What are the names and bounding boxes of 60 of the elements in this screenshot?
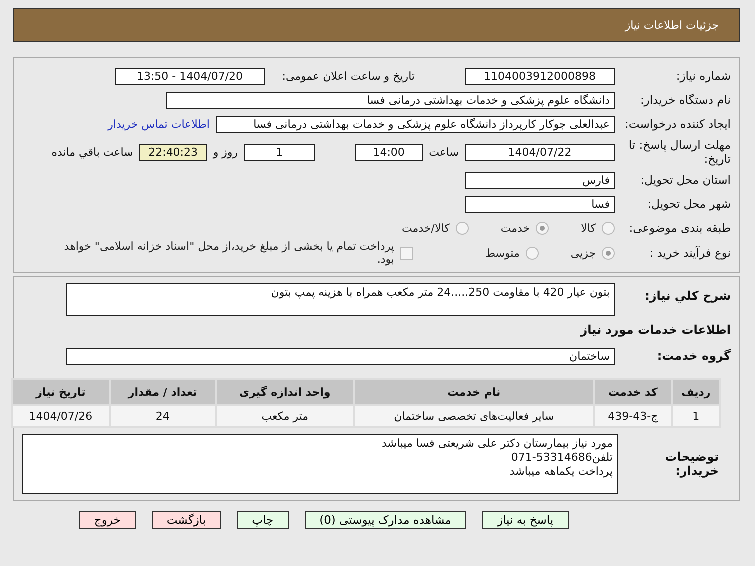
city-field: فسا [465,196,615,212]
table-cell: 24 [110,406,215,426]
action-button[interactable]: بازگشت [152,511,222,529]
days-field: 1 [244,144,316,160]
table-cell: سایر فعالیت‌های تخصصی ساختمان [355,406,594,426]
service-group-field: ساختمان [66,348,615,364]
field-label: ایجاد کننده درخواست: [624,117,731,131]
field-label: ساعت باقي مانده [52,146,134,158]
remaining-time-field: 22:40:23 [139,144,208,160]
action-button[interactable]: مشاهده مدارک پیوستی (0) [304,511,466,529]
column-header: ردیف [673,380,719,404]
option-label: کالا/خدمت [402,222,450,234]
table-cell: 1404/07/26 [13,406,109,426]
field-label: شرح کلي نیاز: [644,288,731,303]
contact-link[interactable]: اطلاعات تماس خریدار [108,118,210,130]
announce-date-field: 1404/07/20 - 13:50 [115,68,265,84]
field-label: مهلت ارسال پاسخ: تا تاریخ: [628,138,731,166]
option-label: خدمت [500,222,530,234]
deadline-date-field: 1404/07/22 [465,144,615,160]
column-header: نام خدمت [355,380,594,404]
column-header: واحد اندازه گیری [216,380,354,404]
radio-button[interactable] [456,222,469,234]
column-header: کد خدمت [595,380,672,404]
option-label: متوسط [485,246,520,260]
action-button[interactable]: خروج [79,511,136,529]
field-label: گروه خدمت: [656,349,731,363]
requester-field: عبدالعلی جوکار کارپرداز دانشگاه علوم پزشکی و خدمات بهداشتی درمانی فسا [216,116,615,132]
radio-button[interactable] [602,246,615,260]
action-button[interactable]: چاپ [237,511,289,529]
field-label: توضیحات خریدار: [664,450,720,478]
radio-button[interactable] [526,246,539,260]
table-cell: ج-43-439 [595,406,672,426]
deadline-time-field: 14:00 [355,144,424,160]
section-title: اطلاعات خدمات مورد نیاز [580,323,731,337]
field-label: طبقه بندی موضوعی: [628,221,731,235]
option-label: کالا [581,222,596,234]
field-label: تاریخ و ساعت اعلان عمومی: [281,70,415,82]
field-label: نام دستگاه خریدار: [639,93,731,107]
column-header: تاریخ نیاز [13,380,109,404]
column-header: تعداد / مقدار [110,380,215,404]
need-number-field: 1104003912000898 [465,68,615,84]
buyer-field: دانشگاه علوم پزشکی و خدمات بهداشتی درمانی فسا [166,92,615,108]
field-label: ساعت [429,146,459,158]
table-cell: 1 [673,406,719,426]
field-label: شهر محل تحویل: [646,197,731,211]
table-cell: متر مکعب [216,406,354,426]
checkbox-label: پرداخت تمام یا بخشی از مبلغ خرید،از محل "اسناد خزانه اسلامی" خواهد بود. [63,240,394,266]
radio-button[interactable] [602,222,615,234]
province-field: فارس [465,172,615,188]
field-label: شماره نیاز: [675,69,731,83]
page-title: جزئیات اطلاعات نیاز [625,18,719,32]
checkbox[interactable] [400,246,414,260]
field-label: استان محل تحویل: [640,173,731,187]
notes-field: مورد نیاز بیمارستان دکتر علی شریعتی فسا میباشد تلفن53314686-071 پرداخت یکماهه میباشد [22,434,618,494]
action-button[interactable]: پاسخ به نیاز [482,511,569,529]
option-label: جزیی [570,246,596,260]
field-label: روز و [213,146,238,158]
radio-button[interactable] [536,222,550,234]
description-field: بتون عیار 420 با مقاومت 250.....24 متر مکعب همراه با هزینه پمپ بتون [66,283,615,316]
field-label: نوع فرآیند خرید : [648,246,731,260]
